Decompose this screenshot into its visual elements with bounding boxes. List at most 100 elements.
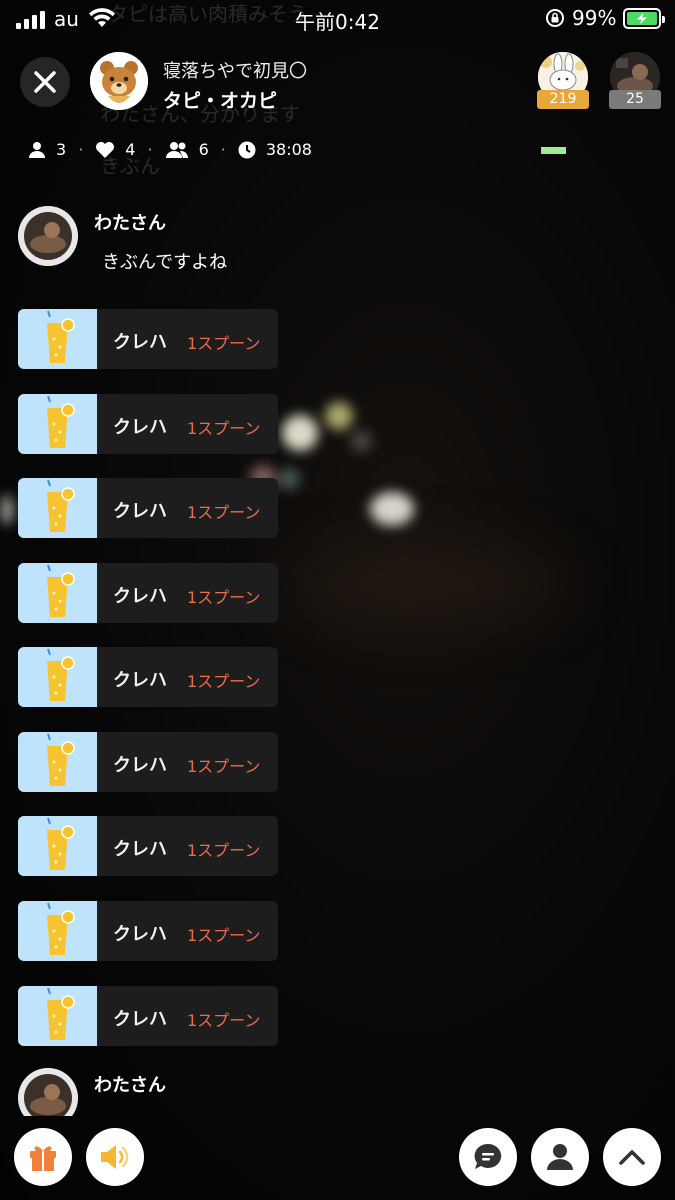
- battery-icon: [623, 8, 665, 29]
- bokeh-light: [278, 468, 300, 490]
- gift-sender: クレハ: [113, 501, 167, 522]
- gift-amount: 1スプーン: [187, 419, 261, 438]
- top-supporter-badge: 25: [609, 90, 661, 109]
- user-avatar[interactable]: [18, 1068, 78, 1116]
- gift-notification[interactable]: クレハ 1スプーン: [18, 394, 278, 454]
- audio-level-indicator: [541, 147, 566, 154]
- lemonade-icon: [47, 479, 75, 532]
- like-count: 4: [95, 140, 135, 159]
- chat-button[interactable]: [459, 1128, 517, 1186]
- gift-thumbnail: [18, 647, 97, 707]
- top-supporter-2[interactable]: 25: [609, 52, 661, 109]
- gift-notification[interactable]: クレハ 1スプーン: [18, 647, 278, 707]
- status-bar: au 午前0:42 99%: [0, 0, 675, 38]
- gift-sender: クレハ: [113, 1009, 167, 1030]
- member-count: 6: [165, 140, 209, 159]
- separator: ·: [147, 140, 153, 159]
- top-supporter-1[interactable]: 219: [537, 52, 589, 109]
- gift-thumbnail: [18, 901, 97, 961]
- bokeh-glow: [280, 550, 570, 620]
- gift-thumbnail: [18, 478, 97, 538]
- gift-notification[interactable]: クレハ 1スプーン: [18, 309, 278, 369]
- heart-icon: [96, 141, 115, 158]
- bokeh-light: [282, 415, 318, 451]
- lemonade-icon: [47, 564, 75, 617]
- gift-thumbnail: [18, 732, 97, 792]
- live-duration: 38:08: [238, 140, 312, 159]
- gift-notification[interactable]: クレハ 1スプーン: [18, 816, 278, 876]
- gift-amount: 1スプーン: [187, 1011, 261, 1030]
- live-duration-value: 38:08: [265, 140, 312, 159]
- chat-comment[interactable]: わたさん: [18, 1068, 318, 1116]
- lemonade-icon: [47, 395, 75, 448]
- gift-amount: 1スプーン: [187, 926, 261, 945]
- battery-percentage: 99%: [572, 6, 617, 30]
- bokeh-light: [325, 402, 353, 430]
- bokeh-light: [350, 430, 372, 452]
- lemonade-icon: [47, 310, 75, 363]
- gift-notification[interactable]: クレハ 1スプーン: [18, 732, 278, 792]
- gift-thumbnail: [18, 816, 97, 876]
- rotation-lock-icon: [546, 9, 564, 27]
- photo-avatar-icon: [18, 206, 78, 266]
- group-icon: [165, 141, 188, 158]
- separator: ·: [220, 140, 226, 159]
- photo-avatar-icon: [18, 1068, 78, 1116]
- live-title: 寝落ちやで初見〇: [163, 61, 307, 82]
- gift-sender: クレハ: [113, 755, 167, 776]
- gift-notification[interactable]: クレハ 1スプーン: [18, 563, 278, 623]
- audio-effect-button[interactable]: [86, 1128, 144, 1186]
- bokeh-light: [0, 495, 14, 525]
- separator: ·: [78, 140, 84, 159]
- clock-icon: [238, 141, 256, 158]
- top-supporter-badge: 219: [537, 90, 589, 109]
- gift-amount: 1スプーン: [187, 757, 261, 776]
- gift-amount: 1スプーン: [187, 841, 261, 860]
- gift-notification[interactable]: クレハ 1スプーン: [18, 901, 278, 961]
- comment-username[interactable]: わたさん: [94, 209, 166, 235]
- chat-bubble-icon: [474, 1143, 502, 1169]
- lemonade-icon: [47, 987, 75, 1040]
- gift-sender: クレハ: [113, 839, 167, 860]
- comment-username[interactable]: わたさん: [94, 1071, 166, 1097]
- user-avatar[interactable]: [18, 206, 78, 266]
- gift-thumbnail: [18, 986, 97, 1046]
- expand-button[interactable]: [603, 1128, 661, 1186]
- listener-count-value: 3: [56, 140, 67, 159]
- member-count-value: 6: [198, 140, 209, 159]
- lemonade-icon: [47, 648, 75, 701]
- gift-sender: クレハ: [113, 924, 167, 945]
- lemonade-icon: [47, 733, 75, 786]
- speaker-icon: [101, 1145, 129, 1169]
- gift-sender: クレハ: [113, 586, 167, 607]
- profile-button[interactable]: [531, 1128, 589, 1186]
- gift-amount: 1スプーン: [187, 672, 261, 691]
- lemonade-icon: [47, 902, 75, 955]
- comment-text: きぶんですよね: [102, 252, 228, 273]
- chevron-up-icon: [619, 1150, 645, 1165]
- person-icon: [29, 141, 45, 158]
- gift-thumbnail: [18, 309, 97, 369]
- profile-icon: [547, 1144, 573, 1170]
- gift-amount: 1スプーン: [187, 503, 261, 522]
- close-button[interactable]: [20, 57, 70, 107]
- listener-count: 3: [28, 140, 66, 159]
- host-avatar[interactable]: [90, 52, 148, 110]
- bear-avatar-icon: [90, 52, 148, 110]
- close-icon: [34, 71, 56, 93]
- host-name[interactable]: タピ・オカピ: [163, 86, 277, 113]
- gift-sender: クレハ: [113, 670, 167, 691]
- lemonade-icon: [47, 817, 75, 870]
- gift-icon: [30, 1146, 56, 1171]
- gift-thumbnail: [18, 394, 97, 454]
- gift-notification[interactable]: クレハ 1スプーン: [18, 478, 278, 538]
- gift-amount: 1スプーン: [187, 334, 261, 353]
- live-stats: 3 · 4 · 6 · 38:08: [28, 140, 312, 159]
- gift-sender: クレハ: [113, 417, 167, 438]
- gift-notification[interactable]: クレハ 1スプーン: [18, 986, 278, 1046]
- bokeh-light: [370, 492, 414, 526]
- gift-thumbnail: [18, 563, 97, 623]
- gift-amount: 1スプーン: [187, 588, 261, 607]
- like-count-value: 4: [125, 140, 136, 159]
- gift-button[interactable]: [14, 1128, 72, 1186]
